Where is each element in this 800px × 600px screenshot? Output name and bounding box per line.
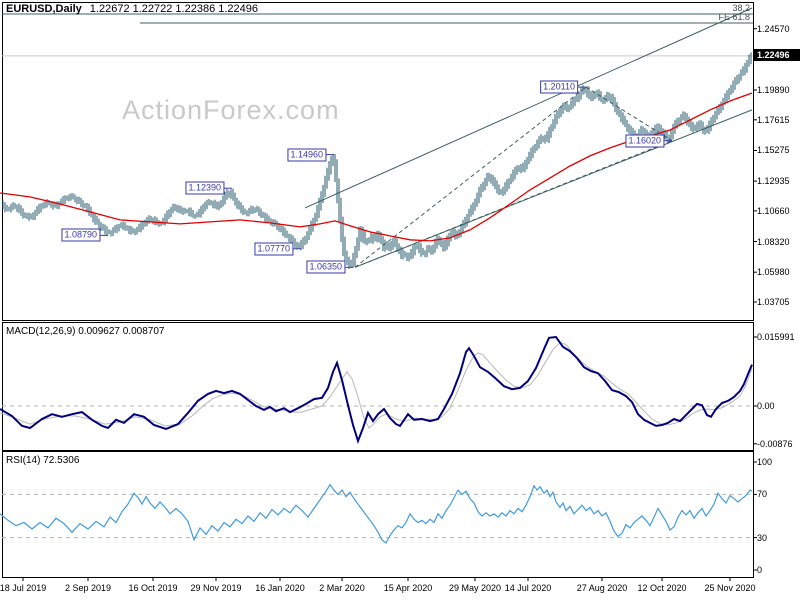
macd-axis-label: 0.00 [757,401,775,412]
date-label: 2 Sep 2019 [64,583,112,593]
price-axis-label: 1.10660 [757,205,790,216]
date-label: 29 May 2020 [448,583,502,593]
trend-channel-line [304,7,753,209]
date-label: 16 Jan 2020 [255,583,305,593]
price-axis-label: 1.19890 [757,85,790,95]
macd-panel-frame [2,322,754,451]
macd-indicator-label: MACD(12,26,9) 0.009627 0.008707 [6,326,165,337]
price-axis-label: 1.15275 [757,145,790,156]
price-axis-label: 1.24570 [757,23,790,34]
date-label: 27 Aug 2020 [576,583,628,593]
main-panel-frame [2,2,754,321]
chart-canvas[interactable] [0,0,800,600]
date-label: 29 Nov 2019 [190,583,242,593]
price-callout: 1.07770 [254,242,293,256]
date-label: 12 Oct 2020 [637,583,687,593]
date-label: 18 Jul 2019 [0,583,47,593]
moving-average-line [0,92,753,242]
macd-axis-label: 0.015991 [757,332,795,342]
rsi-line [0,483,753,544]
current-price-badge: 1.22496 [754,48,800,61]
price-axis-label: 1.08320 [757,236,790,247]
price-axis-label: 1.17615 [757,114,790,125]
ohlc-values: 1.22672 1.22722 1.22386 1.22496 [89,3,259,15]
date-label: 16 Oct 2019 [128,583,178,593]
price-callout: 1.20110 [540,80,578,94]
date-label: 2 Mar 2020 [319,583,365,593]
date-label: 25 Nov 2020 [704,583,756,593]
symbol-timeframe: EURUSD,Daily [6,3,82,15]
macd-axis-label: -0.00876 [757,438,793,449]
rsi-panel-frame [2,451,754,578]
price-callout: 1.06350 [306,260,345,274]
price-callout: 1.12390 [185,181,224,195]
price-axis-label: 1.03705 [757,296,790,307]
date-label: 14 Jul 2020 [504,583,552,593]
price-axis-label: 1.12935 [757,176,790,187]
price-axis-label: 1.05980 [757,267,790,278]
rsi-axis-label: 100 [757,457,773,467]
date-label: 15 Apr 2020 [383,583,433,593]
price-callout: 1.08790 [61,228,100,242]
chart-title: EURUSD,Daily 1.22672 1.22722 1.22386 1.22… [6,3,258,15]
rsi-axis-label: 70 [757,489,768,500]
rsi-indicator-label: RSI(14) 72.5306 [6,455,80,466]
chart-window: ActionForex.com EURUSD,Daily 1.22672 1.22… [0,0,800,600]
rsi-axis-label: 30 [757,532,768,543]
macd-main-line [0,335,753,445]
price-callout: 1.14960 [287,148,326,162]
rsi-axis-label: 0 [757,564,763,575]
swing-dashed-line [354,140,673,268]
price-callout: 1.16020 [625,134,664,148]
fib-expansion-label: FE 61.8 [718,11,750,22]
